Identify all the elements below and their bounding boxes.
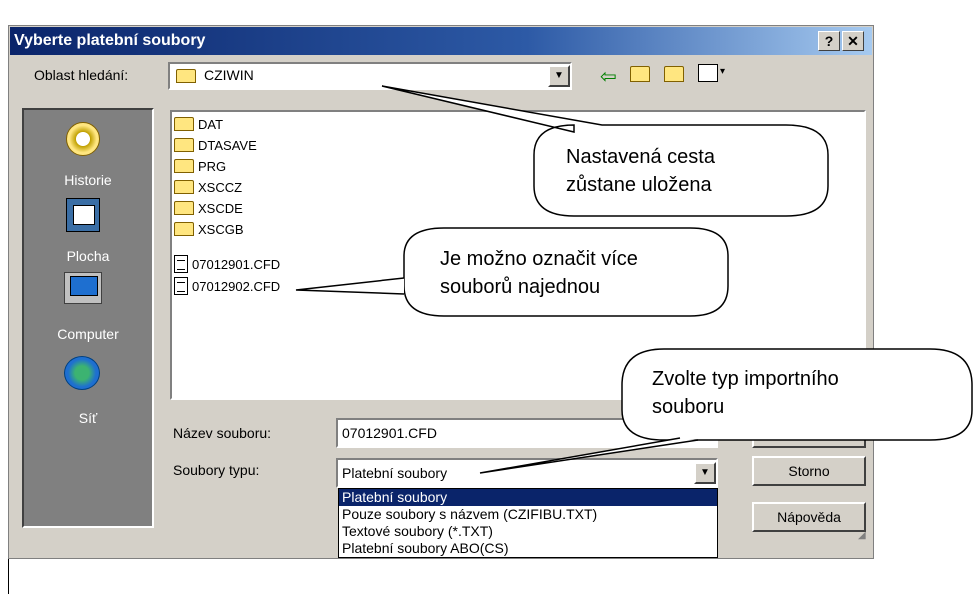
callout-3-shape bbox=[621, 348, 973, 441]
callout-2-text-line2: souborů najednou bbox=[440, 276, 601, 298]
callout-1-text-line1: Nastavená cesta bbox=[566, 146, 715, 168]
callout-2-pointer bbox=[295, 277, 405, 295]
callout-2-shape bbox=[403, 227, 729, 317]
callout-3-pointer bbox=[479, 437, 699, 474]
callout-3-text-line1: Zvolte typ importního bbox=[652, 368, 839, 390]
callout-2-text-line1: Je možno označit více bbox=[440, 248, 638, 270]
callout-3-text-line2: souboru bbox=[652, 396, 725, 418]
callout-1-text-line2: zůstane uložena bbox=[566, 174, 712, 196]
